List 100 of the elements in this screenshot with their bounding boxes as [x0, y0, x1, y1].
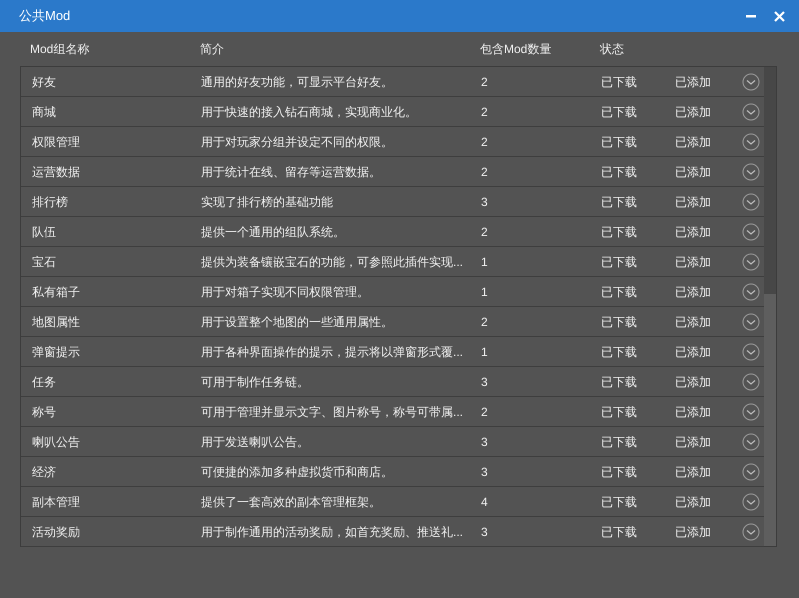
table-cell-text: 队伍: [32, 224, 57, 240]
expand-icon[interactable]: [742, 432, 760, 450]
expand-icon[interactable]: [742, 372, 760, 390]
expand-icon[interactable]: [742, 312, 760, 330]
table-cell-text: 已下载: [601, 314, 638, 330]
table-cell-text: 已下载: [601, 104, 638, 120]
table-row[interactable]: 好友 通用的好友功能，可显示平台好友。 2 已下载 已添加: [21, 67, 764, 97]
table-cell-text: 用于对玩家分组并设定不同的权限。: [201, 134, 394, 150]
table-row[interactable]: 权限管理 用于对玩家分组并设定不同的权限。 2 已下载 已添加: [21, 127, 764, 157]
table-row[interactable]: 私有箱子 用于对箱子实现不同权限管理。 1 已下载 已添加: [21, 277, 764, 307]
table-cell-text: 3: [481, 374, 489, 390]
close-icon: [774, 10, 784, 22]
column-header: 状态: [600, 41, 625, 58]
table-cell-text: 任务: [32, 374, 57, 390]
table-cell-text: 喇叭公告: [32, 434, 81, 450]
table-cell-text: 4: [481, 494, 489, 510]
table-cell-text: 已下载: [601, 374, 638, 390]
table-cell-text: 已添加: [675, 254, 712, 270]
table-cell-text: 3: [481, 524, 489, 540]
table-cell-text: 3: [481, 464, 489, 480]
table-cell-text: 商城: [32, 104, 57, 120]
table-cell-text: 已下载: [601, 494, 638, 510]
table-cell-text: 用于对箱子实现不同权限管理。: [201, 284, 370, 300]
table-row[interactable]: 弹窗提示 用于各种界面操作的提示，提示将以弹窗形式覆... 1 已下载 已添加: [21, 337, 764, 367]
table-row[interactable]: 任务 可用于制作任务链。 3 已下载 已添加: [21, 367, 764, 397]
table-cell-text: 2: [481, 104, 489, 120]
table-cell-text: 已添加: [675, 524, 712, 540]
table-cell-text: 弹窗提示: [32, 344, 81, 360]
table-cell-text: 2: [481, 404, 489, 420]
table-cell-text: 排行榜: [32, 194, 69, 210]
table-cell-text: 经济: [32, 464, 57, 480]
expand-icon[interactable]: [742, 102, 760, 120]
table-cell-text: 已添加: [675, 104, 712, 120]
table-cell-text: 已添加: [675, 404, 712, 420]
table-cell-text: 已添加: [675, 314, 712, 330]
table-cell-text: 活动奖励: [32, 524, 81, 540]
table-row[interactable]: 副本管理 提供了一套高效的副本管理框架。 4 已下载 已添加: [21, 487, 764, 517]
expand-icon[interactable]: [742, 222, 760, 240]
scrollbar[interactable]: [764, 67, 776, 546]
table-cell-text: 2: [481, 134, 489, 150]
table-cell-text: 提供了一套高效的副本管理框架。: [201, 494, 382, 510]
table-cell-text: 已添加: [675, 464, 712, 480]
table-cell-text: 已下载: [601, 524, 638, 540]
expand-icon[interactable]: [742, 252, 760, 270]
column-header: 包含Mod数量: [480, 41, 552, 58]
expand-icon[interactable]: [742, 492, 760, 510]
scrollbar-thumb[interactable]: [764, 294, 776, 546]
table-cell-text: 地图属性: [32, 314, 81, 330]
table-row[interactable]: 活动奖励 用于制作通用的活动奖励，如首充奖励、推送礼... 3 已下载 已添加: [21, 517, 764, 547]
column-header: 简介: [200, 41, 225, 58]
expand-icon[interactable]: [742, 522, 760, 540]
table-cell-text: 已添加: [675, 284, 712, 300]
table-cell-text: 运营数据: [32, 164, 81, 180]
table-cell-text: 已下载: [601, 344, 638, 360]
table-row[interactable]: 商城 用于快速的接入钻石商城，实现商业化。 2 已下载 已添加: [21, 97, 764, 127]
table-cell-text: 2: [481, 164, 489, 180]
table-cell-text: 2: [481, 74, 489, 90]
table-cell-text: 用于设置整个地图的一些通用属性。: [201, 314, 394, 330]
table-cell-text: 已添加: [675, 494, 712, 510]
minimize-icon: [746, 14, 756, 18]
table-cell-text: 实现了排行榜的基础功能: [201, 194, 334, 210]
table-cell-text: 2: [481, 224, 489, 240]
table-cell-text: 已下载: [601, 194, 638, 210]
table-cell-text: 称号: [32, 404, 57, 420]
table-row[interactable]: 排行榜 实现了排行榜的基础功能 3 已下载 已添加: [21, 187, 764, 217]
table-row[interactable]: 宝石 提供为装备镶嵌宝石的功能，可参照此插件实现... 1 已下载 已添加: [21, 247, 764, 277]
table-cell-text: 3: [481, 434, 489, 450]
expand-icon[interactable]: [742, 282, 760, 300]
table-cell-text: 已添加: [675, 164, 712, 180]
table-cell-text: 已下载: [601, 224, 638, 240]
table-cell-text: 用于发送喇叭公告。: [201, 434, 310, 450]
table-row[interactable]: 队伍 提供一个通用的组队系统。 2 已下载 已添加: [21, 217, 764, 247]
expand-icon[interactable]: [742, 162, 760, 180]
table-cell-text: 可用于管理并显示文字、图片称号，称号可带属...: [201, 404, 464, 420]
table-row[interactable]: 地图属性 用于设置整个地图的一些通用属性。 2 已下载 已添加: [21, 307, 764, 337]
expand-icon[interactable]: [742, 402, 760, 420]
table-cell-text: 副本管理: [32, 494, 81, 510]
table-cell-text: 通用的好友功能，可显示平台好友。: [201, 74, 394, 90]
table-cell-text: 3: [481, 194, 489, 210]
expand-icon[interactable]: [742, 192, 760, 210]
table-row[interactable]: 运营数据 用于统计在线、留存等运营数据。 2 已下载 已添加: [21, 157, 764, 187]
table-cell-text: 用于制作通用的活动奖励，如首充奖励、推送礼...: [201, 524, 464, 540]
table-cell-text: 1: [481, 284, 489, 300]
table-cell-text: 已下载: [601, 134, 638, 150]
expand-icon[interactable]: [742, 342, 760, 360]
table-cell-text: 提供一个通用的组队系统。: [201, 224, 346, 240]
table-cell-text: 已添加: [675, 74, 712, 90]
table-cell-text: 已添加: [675, 224, 712, 240]
table-row[interactable]: 喇叭公告 用于发送喇叭公告。 3 已下载 已添加: [21, 427, 764, 457]
table-cell-text: 已下载: [601, 434, 638, 450]
table-cell-text: 2: [481, 314, 489, 330]
table-cell-text: 已添加: [675, 374, 712, 390]
table-cell-text: 已下载: [601, 164, 638, 180]
expand-icon[interactable]: [742, 72, 760, 90]
table-cell-text: 可用于制作任务链。: [201, 374, 310, 390]
expand-icon[interactable]: [742, 462, 760, 480]
table-row[interactable]: 称号 可用于管理并显示文字、图片称号，称号可带属... 2 已下载 已添加: [21, 397, 764, 427]
expand-icon[interactable]: [742, 132, 760, 150]
window-title: 公共Mod: [19, 7, 72, 26]
table-row[interactable]: 经济 可便捷的添加多种虚拟货币和商店。 3 已下载 已添加: [21, 457, 764, 487]
